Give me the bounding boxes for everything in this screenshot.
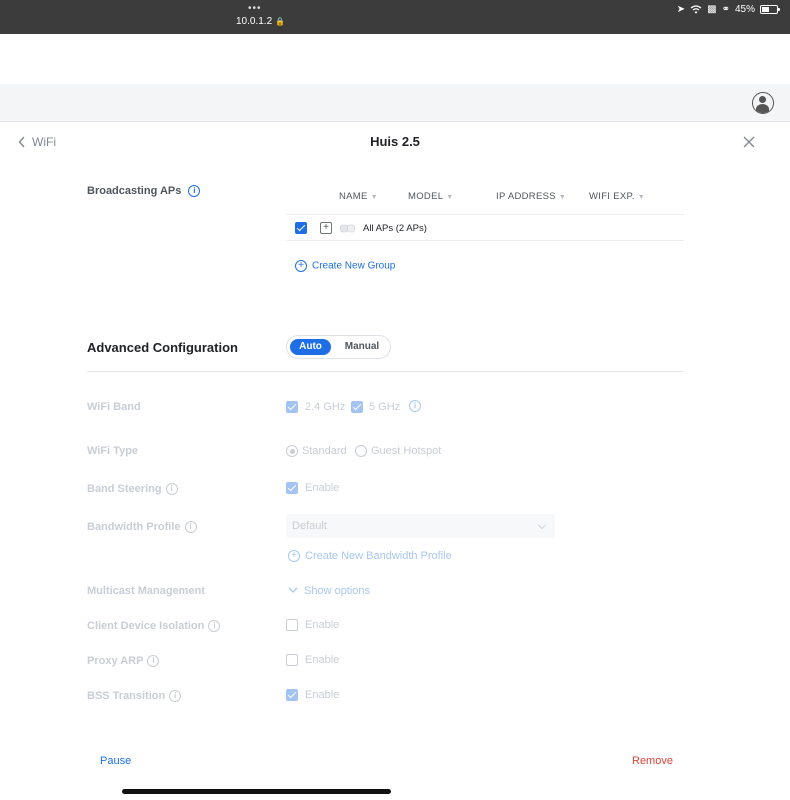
wifi-band-label: WiFi Band <box>87 401 141 413</box>
mode-toggle: Auto Manual <box>286 335 391 359</box>
column-name-text: NAME <box>339 191 368 202</box>
column-name[interactable]: NAME ▼ <box>339 191 378 202</box>
multicast-management-label: Multicast Management <box>87 585 205 597</box>
wifi-type-standard-radio[interactable] <box>286 445 298 457</box>
auto-mode-button[interactable]: Auto <box>290 339 331 355</box>
bandwidth-profile-value: Default <box>292 520 327 532</box>
create-new-group-text: Create New Group <box>312 260 396 272</box>
plus-circle-icon: + <box>295 260 307 272</box>
sort-caret-icon: ▼ <box>370 194 378 201</box>
broadcasting-aps-label: Broadcasting APs i <box>87 185 201 198</box>
headphones-icon: ⚭ <box>721 4 730 15</box>
battery-icon <box>760 5 780 14</box>
info-icon[interactable]: i <box>409 400 421 412</box>
column-wifi-exp-text: WIFI EXP. <box>589 191 635 202</box>
band-24ghz-label: 2.4 GHz <box>305 401 346 413</box>
pause-button[interactable]: Pause <box>100 755 131 767</box>
client-isolation-checkbox[interactable] <box>286 619 298 631</box>
info-icon[interactable]: i <box>169 690 182 703</box>
user-avatar-icon[interactable] <box>752 92 774 114</box>
bandwidth-profile-label: Bandwidth Profile i <box>87 521 197 534</box>
info-icon[interactable]: i <box>165 483 178 496</box>
column-model[interactable]: MODEL ▼ <box>408 191 454 202</box>
all-aps-checkbox[interactable] <box>295 222 307 234</box>
expand-group-icon[interactable]: + <box>320 222 332 234</box>
show-options-text: Show options <box>304 585 371 597</box>
wifi-icon <box>690 5 702 14</box>
info-icon[interactable]: i <box>147 655 160 668</box>
info-icon[interactable]: i <box>188 185 201 198</box>
wifi-type-standard-label: Standard <box>302 445 347 457</box>
create-new-group-link[interactable]: + Create New Group <box>295 260 395 272</box>
band-steering-checkbox[interactable] <box>286 482 298 494</box>
access-point-icon <box>340 224 355 233</box>
url-text: 10.0.1.2 <box>236 16 273 27</box>
bandwidth-profile-text: Bandwidth Profile <box>87 521 181 533</box>
chevron-down-icon <box>537 520 547 530</box>
client-isolation-label: Client Device Isolation i <box>87 620 221 633</box>
section-divider <box>87 371 684 372</box>
sort-caret-icon: ▼ <box>558 194 567 201</box>
wifi-type-guest-label: Guest Hotspot <box>371 445 442 457</box>
create-bandwidth-profile-link[interactable]: + Create New Bandwidth Profile <box>288 550 452 563</box>
bss-transition-label: BSS Transition i <box>87 690 182 703</box>
wifi-type-label: WiFi Type <box>87 445 139 457</box>
proxy-arp-text: Proxy ARP <box>87 655 144 667</box>
band-steering-value: Enable <box>305 482 340 494</box>
bss-transition-checkbox[interactable] <box>286 689 298 701</box>
table-divider <box>286 214 684 215</box>
band-5ghz-checkbox[interactable] <box>351 401 363 413</box>
create-bandwidth-profile-text: Create New Bandwidth Profile <box>305 550 452 562</box>
plus-circle-icon: + <box>288 550 300 563</box>
screen-lock-icon: ▩ <box>707 4 717 15</box>
url-bar[interactable]: 10.0.1.2 🔒 <box>236 16 285 27</box>
location-icon: ➤ <box>676 4 686 15</box>
table-divider <box>286 240 684 241</box>
proxy-arp-label: Proxy ARP i <box>87 655 160 668</box>
column-wifi-exp[interactable]: WIFI EXP. ▼ <box>589 191 645 202</box>
status-bar: ••• 10.0.1.2 🔒 ➤ ▩ ⚭ 45% <box>0 0 790 34</box>
wifi-type-guest-radio[interactable] <box>355 445 367 457</box>
home-indicator[interactable] <box>122 789 391 794</box>
band-steering-text: Band Steering <box>87 483 162 495</box>
info-icon[interactable]: i <box>184 521 197 534</box>
manual-mode-button[interactable]: Manual <box>339 339 385 355</box>
bss-transition-value: Enable <box>305 689 340 701</box>
top-header-band <box>0 84 790 122</box>
column-model-text: MODEL <box>408 191 444 202</box>
sort-caret-icon: ▼ <box>637 194 646 201</box>
client-isolation-value: Enable <box>305 619 340 631</box>
chevron-down-icon <box>288 587 298 593</box>
sort-caret-icon: ▼ <box>446 194 454 201</box>
client-isolation-text: Client Device Isolation <box>87 620 205 632</box>
band-5ghz-label: 5 GHz <box>369 401 401 413</box>
lock-icon: 🔒 <box>274 17 285 26</box>
column-ip-text: IP ADDRESS <box>496 191 556 202</box>
advanced-config-title: Advanced Configuration <box>87 340 238 355</box>
proxy-arp-checkbox[interactable] <box>286 654 298 666</box>
info-icon[interactable]: i <box>208 620 221 633</box>
bandwidth-profile-select[interactable]: Default <box>286 514 555 538</box>
remove-button[interactable]: Remove <box>632 755 673 767</box>
proxy-arp-value: Enable <box>305 654 340 666</box>
band-24ghz-checkbox[interactable] <box>286 401 298 413</box>
status-icons: ➤ ▩ ⚭ 45% <box>676 4 780 15</box>
browser-menu-dots[interactable]: ••• <box>248 3 262 14</box>
band-steering-label: Band Steering i <box>87 483 178 496</box>
broadcasting-aps-text: Broadcasting APs <box>87 185 182 197</box>
bss-transition-text: BSS Transition <box>87 690 166 702</box>
page-title: Huis 2.5 <box>370 134 420 149</box>
battery-percent: 45% <box>734 4 755 15</box>
close-icon[interactable] <box>742 135 756 149</box>
column-ip-address[interactable]: IP ADDRESS ▼ <box>496 191 566 202</box>
show-options-link[interactable]: Show options <box>288 585 370 597</box>
all-aps-row-label: All APs (2 APs) <box>363 223 427 234</box>
